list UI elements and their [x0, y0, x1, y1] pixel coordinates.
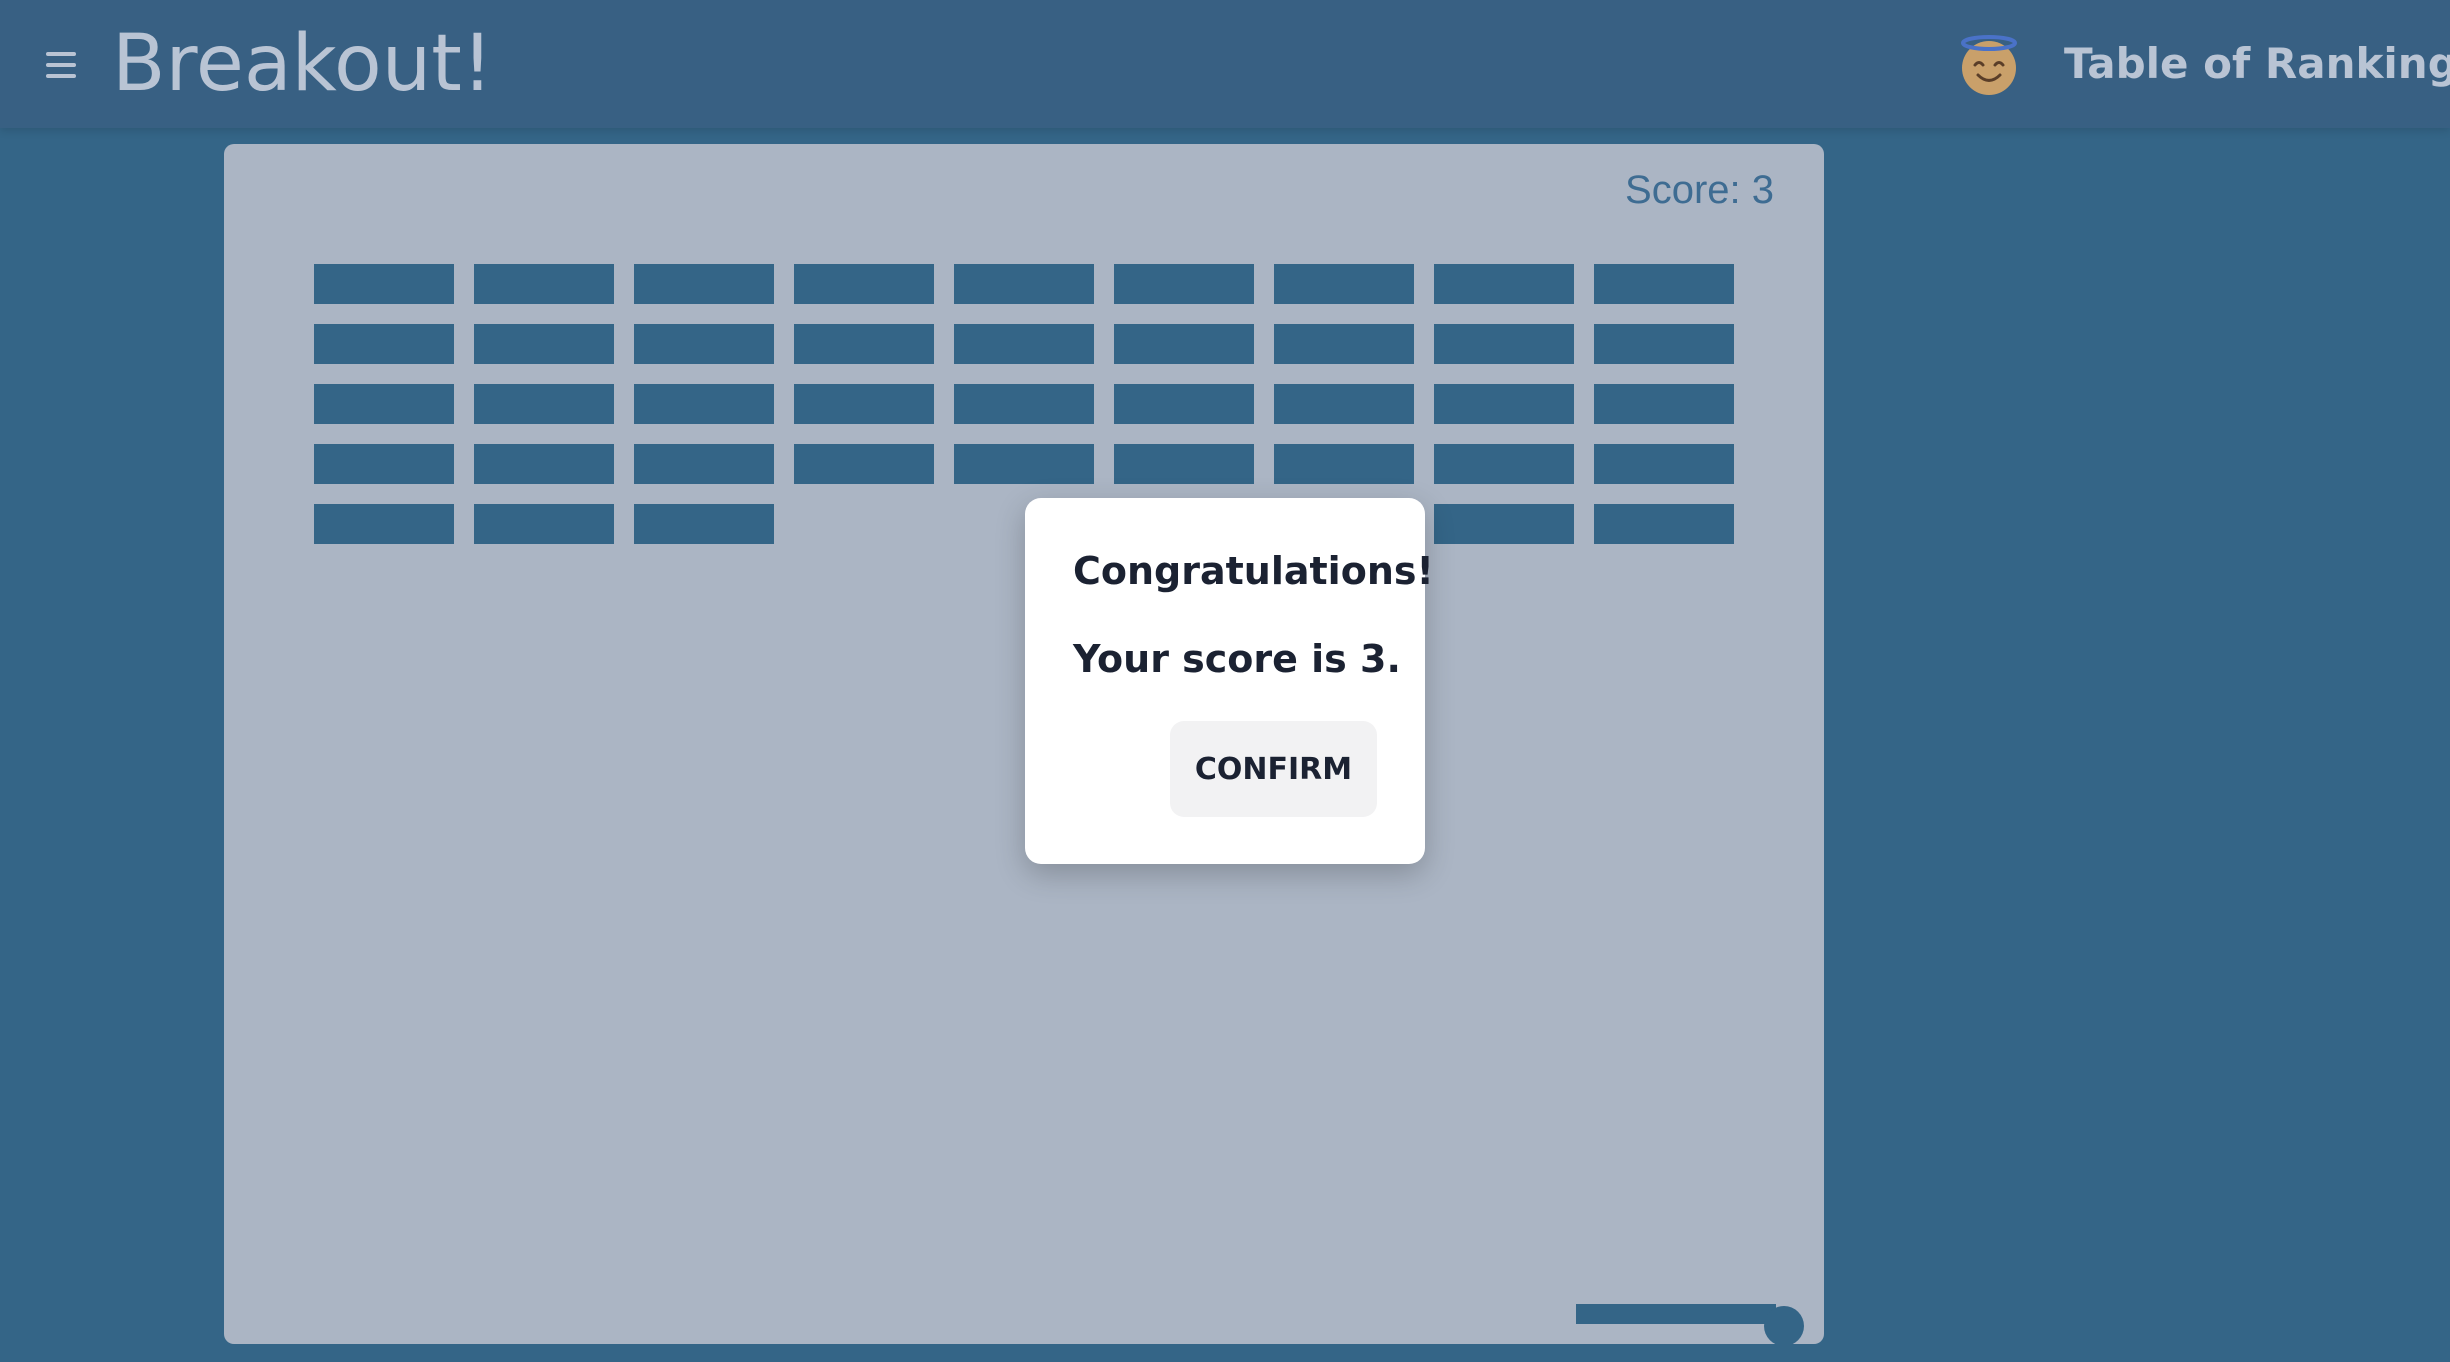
ball [1764, 1306, 1804, 1344]
brick [314, 504, 454, 544]
brick [1434, 264, 1574, 304]
brick [1594, 384, 1734, 424]
brick [474, 264, 614, 304]
brick [474, 324, 614, 364]
brick [954, 264, 1094, 304]
brick [1114, 384, 1254, 424]
brick [314, 384, 454, 424]
hamburger-menu-icon[interactable] [46, 50, 78, 80]
brick [1434, 444, 1574, 484]
brick [954, 324, 1094, 364]
game-board[interactable]: Score: 3 [224, 144, 1824, 1344]
brick [794, 264, 934, 304]
congratulations-dialog: Congratulations! Your score is 3. CONFIR… [1025, 498, 1434, 864]
paddle[interactable] [1576, 1304, 1776, 1324]
brick [634, 444, 774, 484]
brick [1594, 504, 1734, 544]
brick [1594, 264, 1734, 304]
brick [634, 384, 774, 424]
brick [314, 264, 454, 304]
brick [634, 324, 774, 364]
brick [474, 384, 614, 424]
brick [1594, 444, 1734, 484]
score-display: Score: 3 [1625, 168, 1774, 212]
brick [794, 384, 934, 424]
brick [1274, 264, 1414, 304]
brick [314, 324, 454, 364]
brick [1114, 324, 1254, 364]
brick [1274, 384, 1414, 424]
brick [954, 444, 1094, 484]
brick [634, 264, 774, 304]
halo-smiley-avatar-icon[interactable] [1958, 34, 2020, 96]
brick [314, 444, 454, 484]
brick [1434, 504, 1574, 544]
brick [794, 444, 934, 484]
confirm-button[interactable]: CONFIRM [1170, 721, 1377, 817]
brick [1434, 324, 1574, 364]
brick [794, 324, 934, 364]
brick [1594, 324, 1734, 364]
app-header: Breakout! Table of Ranking [0, 0, 2450, 128]
brick [954, 384, 1094, 424]
dialog-title: Congratulations! [1073, 549, 1434, 593]
brick [474, 444, 614, 484]
brick [1114, 444, 1254, 484]
app-title: Breakout! [112, 19, 494, 109]
brick [1274, 324, 1414, 364]
dialog-message: Your score is 3. [1073, 637, 1401, 681]
brick [634, 504, 774, 544]
brick [474, 504, 614, 544]
brick [1114, 264, 1254, 304]
brick [1434, 384, 1574, 424]
brick [1274, 444, 1414, 484]
table-of-ranking-link[interactable]: Table of Ranking [2064, 36, 2450, 92]
